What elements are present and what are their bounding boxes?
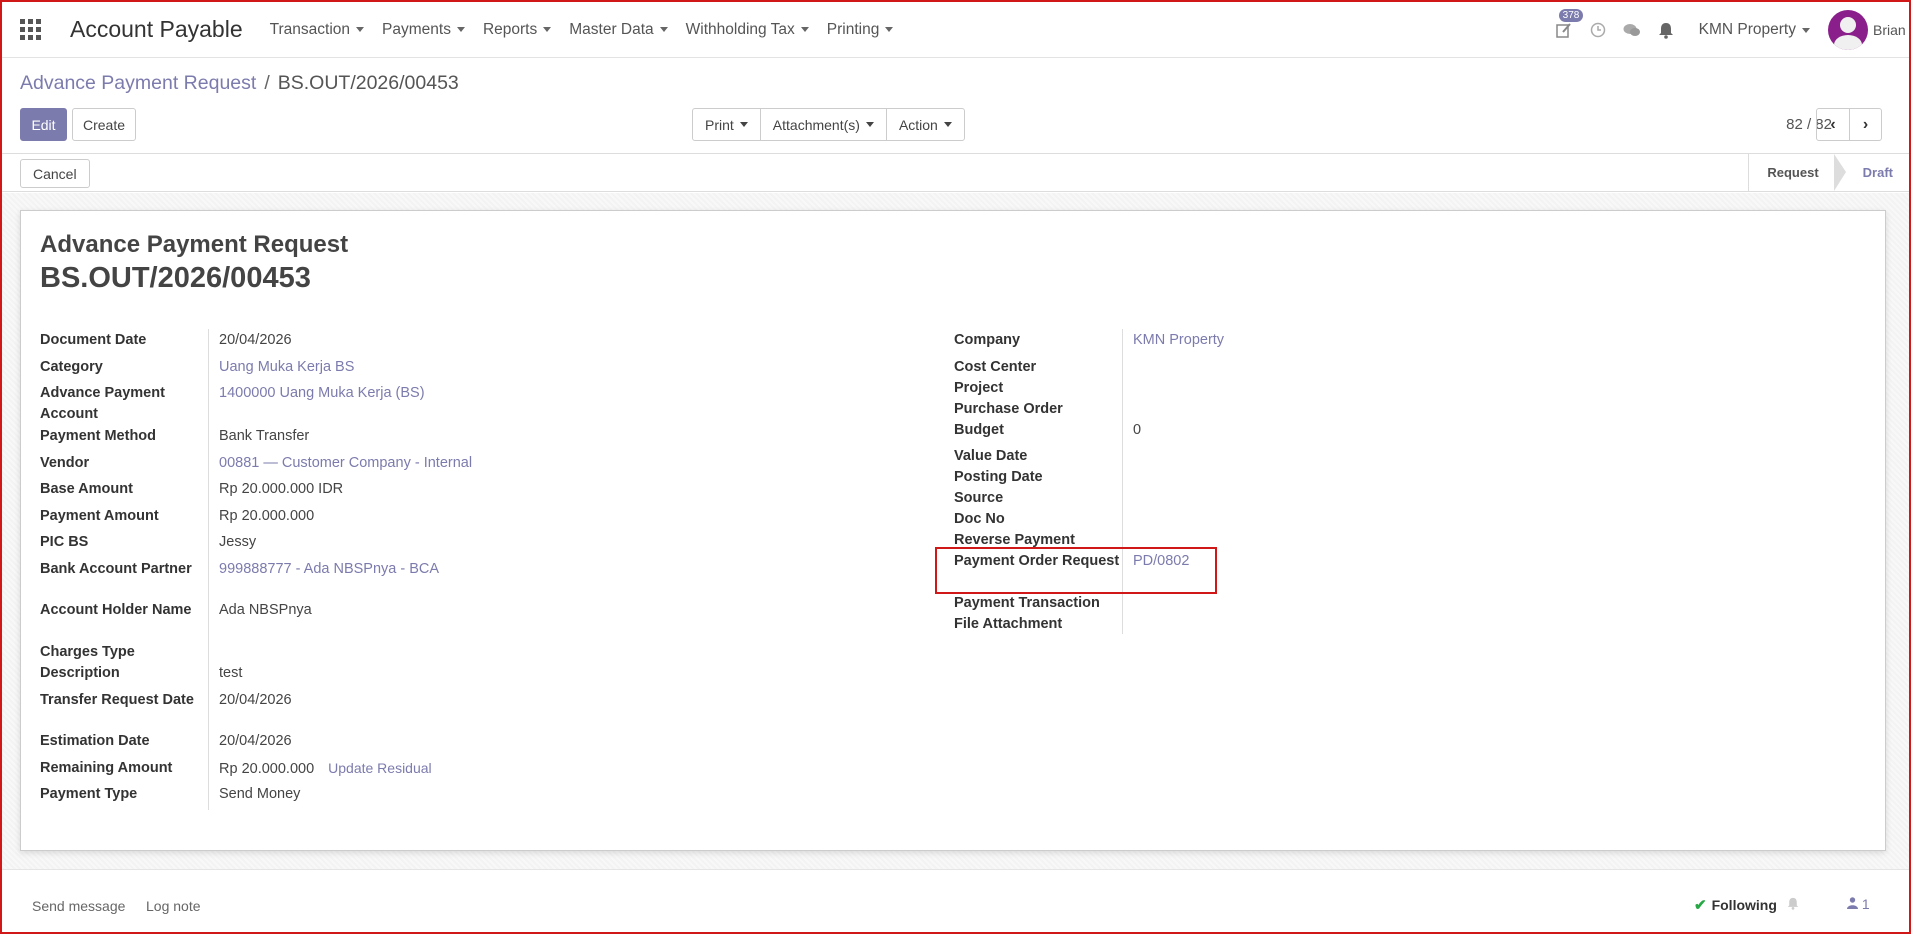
field-value-date: Value Date [954,445,1224,466]
caret-down-icon [943,122,952,127]
log-note-button[interactable]: Log note [146,898,201,914]
company-switcher[interactable]: KMN Property [1699,21,1810,39]
caret-down-icon [543,27,552,32]
caret-down-icon [456,27,465,32]
breadcrumb: Advance Payment Request / BS.OUT/2026/00… [20,72,459,95]
status-stages: Request Draft [1748,154,1909,191]
form-title: Advance Payment Request [40,231,349,258]
field-file-attachment: File Attachment [954,613,1224,634]
chatter-divider [2,869,1909,870]
left-field-group: Document Date 20/04/2026 Category Uang Muk… [40,329,472,810]
notification-bell-icon[interactable] [1655,19,1677,41]
field-base-amount: Base Amount Rp 20.000.000 IDR [40,478,472,505]
caret-down-icon [800,27,809,32]
update-residual-link[interactable]: Update Residual [328,760,432,776]
stage-request[interactable]: Request [1748,154,1834,191]
activity-count-badge: 378 [1558,9,1584,22]
edit-button[interactable]: Edit [20,108,67,141]
menu-withholding-tax[interactable]: Withholding Tax [686,21,809,39]
followers-counter[interactable]: 1 [1847,896,1870,912]
create-button[interactable]: Create [72,108,136,141]
action-button-group: Print Attachment(s) Action [692,108,965,141]
breadcrumb-current: BS.OUT/2026/00453 [277,72,459,94]
field-estimation-date: Estimation Date 20/04/2026 [40,730,472,757]
cancel-button[interactable]: Cancel [20,159,90,188]
field-payment-transaction: Payment Transaction [954,592,1224,613]
breadcrumb-parent[interactable]: Advance Payment Request [20,72,256,95]
pager-next-button[interactable]: › [1849,109,1881,140]
main-menu: Transaction Payments Reports Master Data… [261,21,903,39]
chat-icon[interactable] [1621,19,1643,41]
field-document-date: Document Date 20/04/2026 [40,329,472,356]
caret-down-icon [739,122,748,127]
field-transfer-request-date: Transfer Request Date 20/04/2026 [40,689,472,730]
app-title: Account Payable [70,16,243,42]
top-navbar: Account Payable Transaction Payments Rep… [2,2,1909,58]
menu-reports[interactable]: Reports [483,21,552,39]
menu-payments[interactable]: Payments [382,21,465,39]
field-remaining-amount: Remaining Amount Rp 20.000.000 Update Resi… [40,757,472,783]
field-account-holder-name: Account Holder Name Ada NBSPnya [40,599,472,641]
field-payment-method: Payment Method Bank Transfer [40,425,472,452]
following-button[interactable]: ✔ Following [1694,896,1799,914]
record-name: BS.OUT/2026/00453 [40,262,311,294]
user-name[interactable]: Brian C [1873,22,1909,38]
field-payment-amount: Payment Amount Rp 20.000.000 [40,505,472,531]
caret-down-icon [356,27,365,32]
field-source: Source [954,487,1224,508]
field-budget: Budget 0 [954,419,1224,445]
pager-previous-button[interactable]: ‹ [1817,109,1849,140]
action-button[interactable]: Action [885,109,964,140]
caret-down-icon [865,122,874,127]
field-purchase-order: Purchase Order [954,398,1224,419]
field-pic-bs: PIC BS Jessy [40,531,472,558]
field-company: Company KMN Property [954,329,1224,356]
bell-icon[interactable] [1787,897,1799,913]
caret-down-icon [1802,27,1810,33]
navbar-right: 378 KMN Property Brian C [1547,2,1909,58]
field-doc-no: Doc No [954,508,1224,529]
user-icon [1847,897,1858,909]
user-avatar[interactable] [1828,10,1868,50]
stage-draft[interactable]: Draft [1833,154,1909,191]
field-bank-account-partner: Bank Account Partner 999888777 - Ada NBSP… [40,558,472,599]
pager-buttons: ‹ › [1816,108,1882,141]
caret-down-icon [659,27,668,32]
caret-down-icon [885,27,894,32]
menu-transaction[interactable]: Transaction [270,21,365,39]
field-cost-center: Cost Center [954,356,1224,377]
activity-edit-icon[interactable]: 378 [1553,9,1584,41]
payment-order-request-highlight [935,547,1217,594]
field-vendor: Vendor 00881 — Customer Company - Interna… [40,452,472,478]
attachments-button[interactable]: Attachment(s) [759,109,886,140]
field-charges-type: Charges Type [40,641,472,662]
send-message-button[interactable]: Send message [32,898,125,914]
field-payment-type: Payment Type Send Money [40,783,472,810]
print-button[interactable]: Print [693,109,760,140]
status-bar: Cancel Request Draft [2,153,1909,192]
menu-master-data[interactable]: Master Data [569,21,668,39]
field-advance-payment-account: Advance Payment Account 1400000 Uang Muka… [40,382,472,425]
field-category: Category Uang Muka Kerja BS [40,356,472,382]
field-project: Project [954,377,1224,398]
apps-menu-icon[interactable] [20,18,42,41]
field-description: Description test [40,662,472,689]
form-sheet: Advance Payment Request BS.OUT/2026/0045… [20,210,1886,851]
clock-icon[interactable] [1587,19,1609,41]
menu-printing[interactable]: Printing [827,21,894,39]
breadcrumb-separator: / [264,72,270,94]
check-icon: ✔ [1694,897,1707,914]
field-posting-date: Posting Date [954,466,1224,487]
